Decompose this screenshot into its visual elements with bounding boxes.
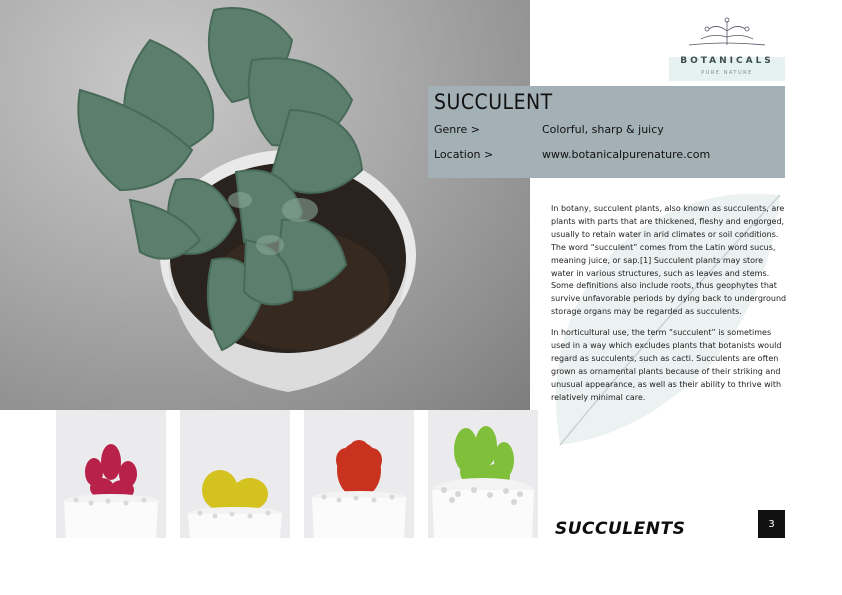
section-caption: SUCCULENTS [555,519,686,539]
thumbnail-yellow-cactus [180,410,290,538]
body-text: In botany, succulent plants, also known … [551,203,787,413]
green-cactus-icon [432,426,534,538]
logo-name: BOTANICALS [680,56,774,66]
thumbnail-green-cactus [428,410,538,538]
botanicals-logo: BOTANICALS PURE NATURE [669,13,785,81]
potted-succulent-illustration [77,7,416,392]
body-paragraph: In botany, succulent plants, also known … [551,204,787,317]
location-link[interactable]: www.botanicalpurenature.com [542,148,710,161]
body-paragraph: In horticultural use, the term “succulen… [551,328,782,402]
page-title: SUCCULENT [434,90,553,114]
thumbnail-pink-cactus [56,410,166,538]
page-number: 3 [758,510,785,538]
genre-label: Genre > [434,123,481,136]
floral-crest-icon [669,13,785,57]
logo-tagline: PURE NATURE [701,70,753,76]
location-label: Location > [434,148,494,161]
genre-value: Colorful, sharp & juicy [542,123,664,136]
red-cactus-icon [311,440,407,538]
info-panel: SUCCULENT Genre > Colorful, sharp & juic… [428,86,785,178]
hero-succulent-photo [0,0,530,410]
thumbnail-red-cactus [304,410,414,538]
pink-cactus-icon [63,444,159,538]
yellow-cactus-icon [187,470,283,538]
